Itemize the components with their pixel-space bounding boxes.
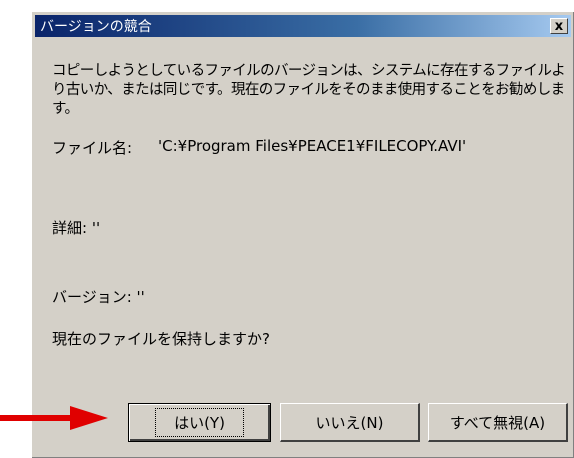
arrow-right-icon [0, 406, 108, 430]
close-button[interactable]: x [550, 18, 568, 34]
file-name-value: 'C:¥Program Files¥PEACE1¥FILECOPY.AVI' [158, 137, 467, 155]
keep-file-question: 現在のファイルを保持しますか? [52, 330, 270, 348]
close-icon: x [554, 18, 564, 34]
details-label: 詳細: '' [52, 219, 101, 237]
yes-button-label: はい(Y) [155, 408, 244, 437]
dialog-message: コピーしようとしているファイルのバージョンは、システムに存在するファイルより古い… [52, 63, 566, 117]
ignore-all-button-label: すべて無視(A) [449, 413, 546, 432]
no-button[interactable]: いいえ(N) [280, 403, 420, 442]
version-conflict-dialog: バージョンの競合 x コピーしようとしているファイルのバージョンは、システムに存… [31, 11, 574, 458]
screen: バージョンの競合 x コピーしようとしているファイルのバージョンは、システムに存… [0, 0, 574, 458]
no-button-label: いいえ(N) [315, 413, 384, 432]
dialog-title: バージョンの競合 [40, 19, 152, 35]
title-bar[interactable]: バージョンの競合 x [35, 15, 571, 37]
file-name-label: ファイル名: [52, 139, 133, 157]
ignore-all-button[interactable]: すべて無視(A) [428, 403, 568, 442]
yes-button[interactable]: はい(Y) [128, 403, 271, 442]
version-label: バージョン: '' [52, 288, 145, 306]
